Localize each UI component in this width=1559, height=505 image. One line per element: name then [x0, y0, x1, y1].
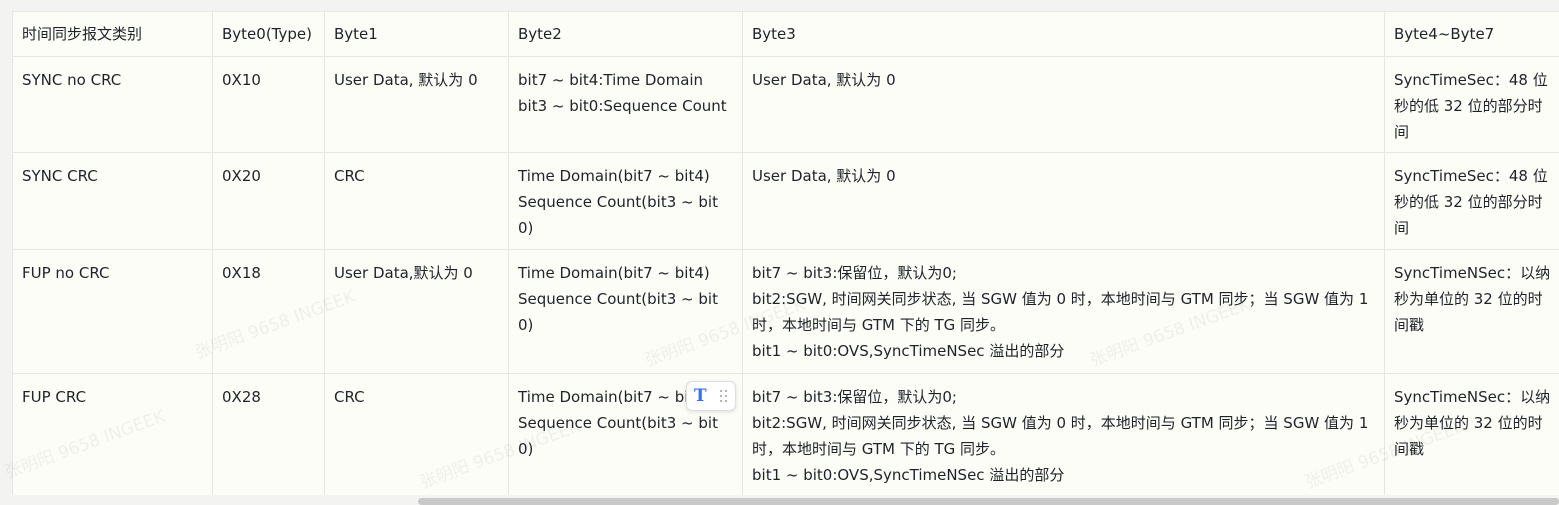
table-cell[interactable]: 0X28	[212, 373, 325, 495]
table-cell[interactable]: Time Domain(bit7 ~ bit4) Sequence Count(…	[508, 152, 743, 250]
table-cell[interactable]: bit7 ~ bit4:Time Domain bit3 ~ bit0:Sequ…	[508, 56, 743, 153]
table-cell[interactable]: SyncTimeNSec：以纳秒为单位的 32 位的时间戳	[1384, 249, 1559, 374]
table-cell[interactable]: FUP no CRC	[12, 249, 213, 374]
table-cell[interactable]: SyncTimeSec：48 位秒的低 32 位的部分时间	[1384, 152, 1559, 250]
table-cell[interactable]: FUP CRC	[12, 373, 213, 495]
table-cell[interactable]: Time Domain(bit7 ~ bit4) Sequence Count(…	[508, 249, 743, 374]
text-format-toolbar[interactable]: T	[686, 381, 736, 411]
table-cell[interactable]: SyncTimeNSec：以纳秒为单位的 32 位的时间戳	[1384, 373, 1559, 495]
header-cell[interactable]: Byte2	[508, 11, 743, 57]
table-cell[interactable]: 0X18	[212, 249, 325, 374]
time-sync-message-table: 时间同步报文类别 Byte0(Type) Byte1 Byte2 Byte3 B…	[12, 11, 1559, 495]
document-table-container: 时间同步报文类别 Byte0(Type) Byte1 Byte2 Byte3 B…	[12, 11, 1559, 495]
table-cell[interactable]: User Data, 默认为 0	[742, 56, 1385, 153]
horizontal-scrollbar-thumb[interactable]	[418, 498, 1559, 505]
table-cell[interactable]: bit7 ~ bit3:保留位，默认为0; bit2:SGW, 时间网关同步状态…	[742, 249, 1385, 374]
table-row: FUP CRC 0X28 CRC Time Domain(bit7 ~ bit4…	[12, 373, 1559, 495]
header-cell[interactable]: Byte1	[324, 11, 509, 57]
header-cell[interactable]: 时间同步报文类别	[12, 11, 213, 57]
table-cell[interactable]: 0X20	[212, 152, 325, 250]
table-cell[interactable]: User Data, 默认为 0	[742, 152, 1385, 250]
table-cell[interactable]: SYNC CRC	[12, 152, 213, 250]
table-row: SYNC no CRC 0X10 User Data, 默认为 0 bit7 ~…	[12, 56, 1559, 153]
header-cell[interactable]: Byte0(Type)	[212, 11, 325, 57]
table-cell[interactable]: bit7 ~ bit3:保留位，默认为0; bit2:SGW, 时间网关同步状态…	[742, 373, 1385, 495]
text-format-icon[interactable]: T	[694, 386, 707, 406]
table-cell[interactable]: SyncTimeSec：48 位秒的低 32 位的部分时间	[1384, 56, 1559, 153]
header-cell[interactable]: Byte3	[742, 11, 1385, 57]
table-cell[interactable]: CRC	[324, 152, 509, 250]
table-cell[interactable]: User Data,默认为 0	[324, 249, 509, 374]
header-cell[interactable]: Byte4~Byte7	[1384, 11, 1559, 57]
table-cell[interactable]: CRC	[324, 373, 509, 495]
table-cell[interactable]: SYNC no CRC	[12, 56, 213, 153]
table-cell[interactable]: 0X10	[212, 56, 325, 153]
table-header-row: 时间同步报文类别 Byte0(Type) Byte1 Byte2 Byte3 B…	[12, 11, 1559, 57]
drag-handle-icon[interactable]	[720, 390, 728, 402]
table-cell[interactable]: User Data, 默认为 0	[324, 56, 509, 153]
table-row: FUP no CRC 0X18 User Data,默认为 0 Time Dom…	[12, 249, 1559, 374]
table-row: SYNC CRC 0X20 CRC Time Domain(bit7 ~ bit…	[12, 152, 1559, 250]
